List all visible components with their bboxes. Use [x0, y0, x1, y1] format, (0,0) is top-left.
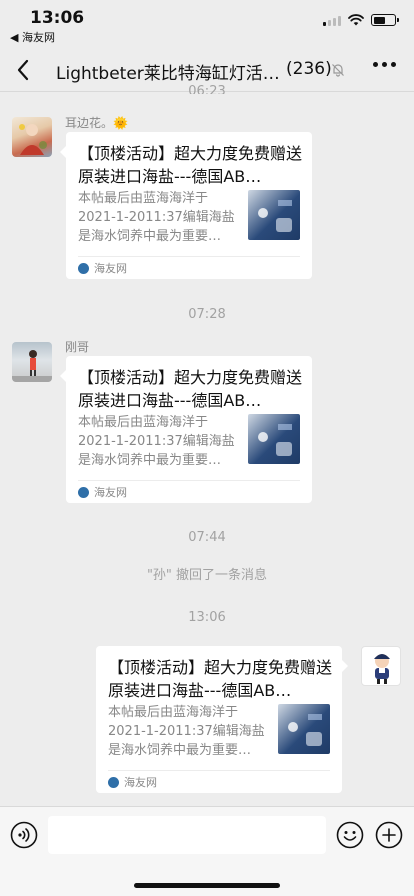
cellular-signal-icon	[323, 15, 341, 26]
emoji-icon[interactable]	[336, 821, 364, 849]
bell-off-icon	[332, 64, 344, 77]
status-bar: 13:06 ◀ 海友网	[0, 0, 414, 48]
link-card[interactable]: 【顶楼活动】超大力度免费赠送原装进口海盐---德国AB… 本帖最后由蓝海海洋于2…	[96, 646, 348, 793]
card-title: 【顶楼活动】超大力度免费赠送原装进口海盐---德国AB…	[78, 368, 303, 410]
avatar[interactable]	[12, 117, 52, 157]
wifi-icon	[348, 14, 364, 26]
avatar[interactable]	[12, 342, 52, 382]
source-logo-icon	[108, 777, 119, 788]
link-card[interactable]: 【顶楼活动】超大力度免费赠送原装进口海盐---德国AB… 本帖最后由蓝海海洋于2…	[60, 132, 312, 279]
time-label: 07:28	[188, 307, 226, 322]
time-label: 07:44	[188, 530, 226, 545]
voice-icon[interactable]	[10, 821, 38, 849]
card-divider	[78, 480, 300, 481]
recall-notice: "孙" 撤回了一条消息	[146, 568, 268, 583]
card-source: 海友网	[94, 262, 127, 275]
card-title: 【顶楼活动】超大力度免费赠送原装进口海盐---德国AB…	[78, 144, 303, 186]
card-description: 本帖最后由蓝海海洋于2021-1-2011:37编辑海盐是海水饲养中最为重要…	[108, 705, 265, 758]
more-dots-icon[interactable]	[373, 62, 396, 67]
home-indicator[interactable]	[134, 883, 280, 888]
card-thumbnail	[278, 704, 330, 754]
time-label: 13:06	[188, 610, 226, 625]
source-logo-icon	[78, 263, 89, 274]
card-source: 海友网	[94, 486, 127, 499]
link-card[interactable]: 【顶楼活动】超大力度免费赠送原装进口海盐---德国AB… 本帖最后由蓝海海洋于2…	[60, 356, 312, 503]
time-label: 06:23	[188, 84, 226, 94]
message-input[interactable]	[48, 816, 326, 854]
sender-name: 耳边花。🌞	[65, 116, 128, 130]
card-source: 海友网	[124, 776, 157, 789]
status-icons	[323, 14, 399, 26]
plus-icon[interactable]	[375, 821, 403, 849]
card-divider	[108, 770, 330, 771]
chat-title: Lightbeter莱比特海缸灯活…	[56, 64, 280, 84]
source-logo-icon	[78, 487, 89, 498]
return-to-app-link[interactable]: ◀ 海友网	[10, 29, 55, 45]
battery-icon	[371, 14, 399, 26]
card-description: 本帖最后由蓝海海洋于2021-1-2011:37编辑海盐是海水饲养中最为重要…	[78, 191, 235, 244]
status-time: 13:06	[30, 8, 85, 28]
card-description: 本帖最后由蓝海海洋于2021-1-2011:37编辑海盐是海水饲养中最为重要…	[78, 415, 235, 468]
chevron-left-icon[interactable]	[12, 56, 36, 84]
member-count: (236)	[286, 59, 332, 79]
sender-name: 刚哥	[65, 340, 90, 354]
avatar[interactable]	[361, 646, 401, 686]
card-title: 【顶楼活动】超大力度免费赠送原装进口海盐---德国AB…	[108, 658, 333, 700]
card-thumbnail	[248, 190, 300, 240]
card-thumbnail	[248, 414, 300, 464]
card-divider	[78, 256, 300, 257]
